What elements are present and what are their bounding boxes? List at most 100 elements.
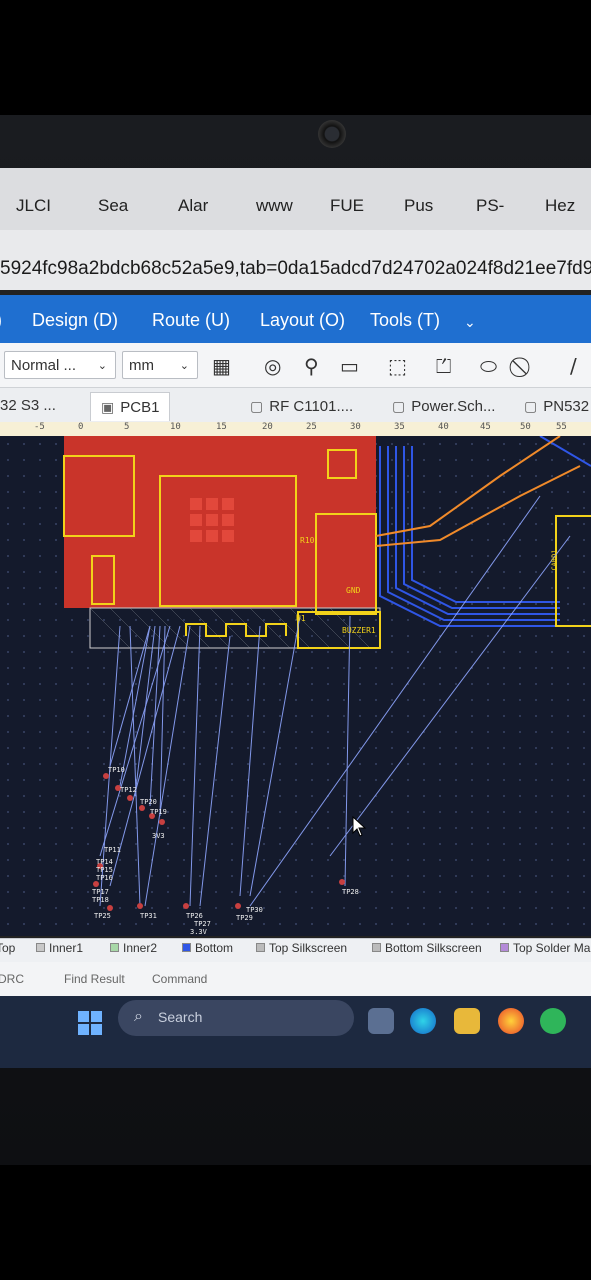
whatsapp-icon[interactable] [540,1008,566,1034]
probe-icon[interactable]: ⚲ [304,354,319,378]
tab-power-sch[interactable]: ▢ Power.Sch... [392,392,495,420]
ruler-label: 10 [170,422,181,432]
grid-icon[interactable]: ▦ [212,354,231,378]
tab-label: RF C1101.... [269,398,354,415]
taskbar-search-placeholder: Search [158,1009,203,1025]
chip-pads [190,498,234,542]
tab-label: 32 S3 ... [0,397,56,414]
menu-design[interactable]: Design (D) [32,310,118,331]
ellipse-icon[interactable]: ⬭ [480,354,497,378]
chevron-down-icon[interactable]: ⌄ [464,314,476,331]
layer-top-solder-mask[interactable]: Top Solder Ma [500,941,590,955]
laptop-screen: JLCI Sea Alar www FUE Pus PS- Hez 5924fc… [0,168,591,1068]
tab-pcb1[interactable]: ▣ PCB1 [90,392,171,421]
bookmark-item[interactable]: PS- [476,196,504,216]
layer-label: Inner2 [123,941,158,955]
tp-label: TP25 [94,912,111,920]
tab-rf-c1101[interactable]: ▢ RF C1101.... [250,392,353,420]
ruler-label: 35 [394,422,405,432]
menu-route[interactable]: Route (U) [152,310,230,331]
taskbar-search[interactable] [118,1000,354,1036]
rectangle-icon[interactable]: ▭ [340,354,359,378]
layer-bottom-silkscreen[interactable]: Bottom Silkscreen [372,941,482,955]
tp-label: TP26 [186,912,203,920]
bookmark-item[interactable]: Hez [545,196,575,216]
layer-top[interactable]: Top [0,941,15,955]
chrome-browser-icon[interactable] [498,1008,524,1034]
mouse-cursor-icon [352,816,367,837]
tp-label: TP28 [342,888,359,896]
menu-tools[interactable]: Tools (T) [370,310,440,331]
file-icon: ▢ [392,398,406,414]
tab-label: Power.Sch... [411,398,496,415]
tp-label: TP30 [246,906,263,914]
dashed-rect-icon[interactable]: ⬚ [388,354,407,378]
ruler-label: 25 [306,422,317,432]
tab-esp32-s3[interactable]: 32 S3 ... [0,392,56,420]
tp-label: TP31 [140,912,157,920]
board-copper-area [64,436,376,608]
task-view-icon[interactable] [368,1008,394,1034]
tp-label: TP10 [108,766,125,774]
polygon-icon[interactable]: ⏍ [436,354,451,378]
unit-select-value: mm [129,357,154,374]
tab-drc[interactable]: DRC [0,972,24,986]
windows-start-icon[interactable] [78,1011,102,1035]
unit-select[interactable]: mm ⌄ [122,351,198,379]
ruler-label: 15 [216,422,227,432]
r10-label: R10 [300,536,315,545]
ruler-label: -5 [34,422,45,432]
layer-top-silkscreen[interactable]: Top Silkscreen [256,941,347,955]
horizontal-ruler [0,422,591,437]
tp-label: TP27 [194,920,211,928]
tp-label: TP20 [140,798,157,806]
top-layer-traces [375,435,581,547]
layer-inner2[interactable]: Inner2 [110,941,157,955]
card-label: CARD1 [550,549,559,571]
chevron-down-icon: ⌄ [179,360,189,372]
via-icon[interactable]: ◎ [264,354,281,378]
bookmark-item[interactable]: www [256,196,293,216]
layer-bottom[interactable]: Bottom [182,941,233,955]
tp-label: TP11 [104,846,121,854]
bookmark-item[interactable]: FUE [330,196,364,216]
tab-command[interactable]: Command [152,972,207,986]
menu-edge: ) [0,310,2,331]
bookmark-item[interactable]: JLCI [16,196,51,216]
bookmark-item[interactable]: Alar [178,196,208,216]
layer-swatch [182,943,191,952]
tp-label: TP19 [150,808,167,816]
layer-label: Top Silkscreen [269,941,348,955]
layer-swatch [500,943,509,952]
tp-label: TP14 [96,858,113,866]
ruler-label: 45 [480,422,491,432]
bookmark-item[interactable]: Sea [98,196,128,216]
file-explorer-icon[interactable] [454,1008,480,1034]
ruler-label: 30 [350,422,361,432]
gnd-label: GND [346,586,361,595]
ruler-label: 50 [520,422,531,432]
mode-select[interactable]: Normal ... ⌄ [4,351,116,379]
layer-label: Bottom Silkscreen [385,941,482,955]
tp-label: TP29 [236,914,253,922]
webcam-icon [318,120,346,148]
tp-label: TP18 [92,896,109,904]
menu-layout[interactable]: Layout (O) [260,310,345,331]
tp-label: TP15 [96,866,113,874]
line-icon[interactable]: / [570,354,577,378]
u1-label: U1 [296,614,306,623]
url-text[interactable]: 5924fc98a2bdcb68c52a5e9,tab=0da15adcd7d2… [0,258,591,280]
pcb-canvas[interactable]: BUZZER1 GND CARD1 U1 R10 TP10 TP12 TP19 … [0,435,591,936]
bottom-layer-traces [379,435,591,627]
layer-label: Bottom [195,941,234,955]
ruler-label: 0 [78,422,84,432]
search-icon: ⌕ [134,1006,143,1025]
layer-label: Inner1 [49,941,84,955]
bookmark-item[interactable]: Pus [404,196,433,216]
edge-browser-icon[interactable] [410,1008,436,1034]
tab-find-result[interactable]: Find Result [64,972,125,986]
layer-swatch [372,943,381,952]
layer-inner1[interactable]: Inner1 [36,941,83,955]
chevron-down-icon: ⌄ [97,360,107,372]
tab-pn532[interactable]: ▢ PN532 [524,392,589,420]
